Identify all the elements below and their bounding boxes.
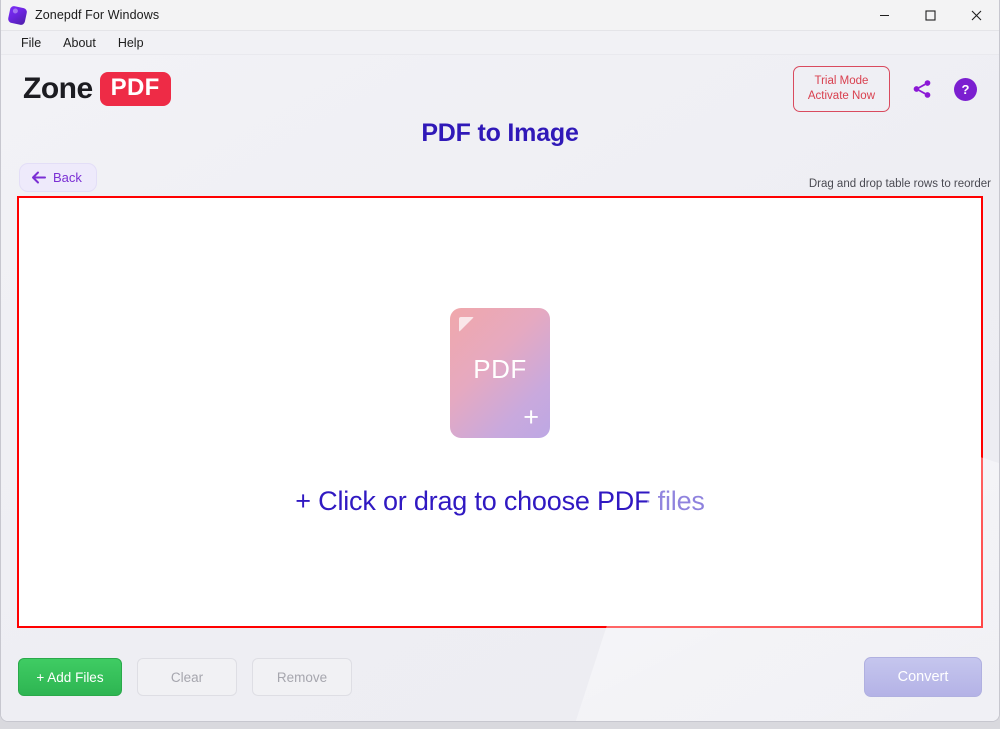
reorder-hint: Drag and drop table rows to reorder (808, 178, 991, 190)
window-controls (861, 0, 999, 31)
toolbar-row: Back Drag and drop table rows to reorder (1, 148, 999, 192)
back-button-label: Back (53, 170, 82, 185)
plus-icon: + (523, 401, 539, 432)
pdf-icon-label: PDF (473, 354, 527, 384)
menu-item-about[interactable]: About (53, 34, 106, 52)
app-header: Zone PDF Trial Mode Activate Now ? (1, 55, 999, 123)
minimize-icon[interactable] (861, 0, 907, 31)
add-files-button[interactable]: + Add Files (18, 658, 122, 696)
remove-button[interactable]: Remove (252, 658, 352, 696)
help-icon[interactable]: ? (954, 77, 977, 101)
app-window: Zonepdf For Windows File About Help Zone… (0, 0, 1000, 722)
file-dropzone[interactable]: PDF + + Click or drag to choose PDF file… (17, 196, 983, 628)
page-fold-corner-icon (459, 316, 474, 332)
header-actions: Trial Mode Activate Now ? (792, 66, 977, 112)
clear-button[interactable]: Clear (137, 658, 237, 696)
brand-logo-word: Zone (23, 72, 93, 105)
brand-logo: Zone PDF (23, 72, 171, 106)
title-bar: Zonepdf For Windows (1, 0, 999, 31)
convert-button[interactable]: Convert (864, 657, 982, 697)
dropzone-prompt: + Click or drag to choose PDF files (295, 485, 705, 516)
arrow-left-icon (31, 171, 46, 184)
app-body: Zone PDF Trial Mode Activate Now ? PDF t… (1, 55, 999, 721)
back-button[interactable]: Back (19, 163, 97, 192)
close-icon[interactable] (953, 0, 999, 31)
dropzone-wrapper: PDF + + Click or drag to choose PDF file… (1, 192, 999, 628)
pdf-file-icon: PDF + (450, 307, 550, 438)
footer-toolbar: + Add Files Clear Remove Convert (1, 633, 999, 721)
app-logo-icon (7, 4, 28, 26)
menu-item-file[interactable]: File (11, 34, 51, 52)
menu-item-help[interactable]: Help (108, 34, 154, 52)
share-icon[interactable] (911, 78, 933, 100)
maximize-icon[interactable] (907, 0, 953, 31)
trial-mode-activate-button[interactable]: Trial Mode Activate Now (792, 66, 890, 112)
brand-logo-badge: PDF (99, 72, 171, 106)
page-title: PDF to Image (421, 119, 579, 147)
window-title: Zonepdf For Windows (35, 8, 160, 22)
menu-bar: File About Help (1, 31, 999, 55)
